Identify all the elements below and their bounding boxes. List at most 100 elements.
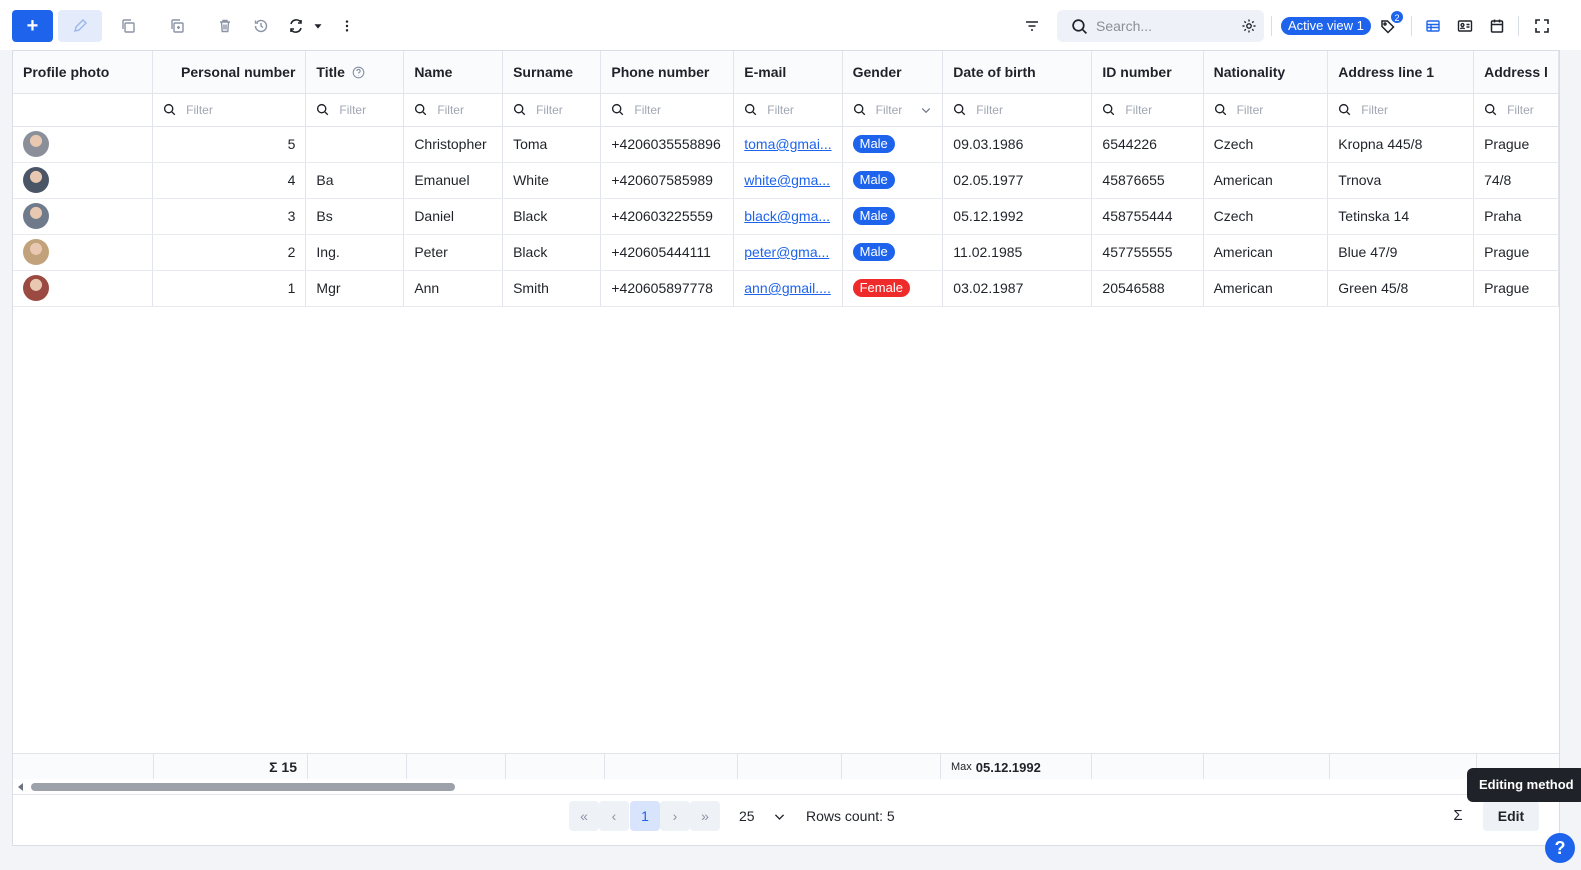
cell-value: 458755444 xyxy=(1102,208,1173,224)
horizontal-scrollbar[interactable] xyxy=(13,779,1559,795)
edit-record-button[interactable] xyxy=(58,10,102,42)
next-page-button[interactable]: › xyxy=(660,801,690,831)
search-icon xyxy=(853,103,865,116)
filter-input-email[interactable]: Filter xyxy=(744,103,831,117)
filter-input-dob[interactable]: Filter xyxy=(953,103,1081,117)
cell-value: Black xyxy=(513,208,548,224)
cell-value: Ing. xyxy=(316,244,340,260)
calendar-view-button[interactable] xyxy=(1486,10,1508,42)
cell-name: Ann xyxy=(403,270,504,307)
column-header-title[interactable]: Title xyxy=(305,51,405,94)
cell-value: Prague xyxy=(1484,136,1530,152)
search-icon xyxy=(1485,103,1497,116)
aggregate-cell xyxy=(1204,754,1330,780)
refresh-button[interactable] xyxy=(284,10,308,42)
column-header-gender[interactable]: Gender xyxy=(842,51,944,94)
column-header-name[interactable]: Name xyxy=(403,51,504,94)
gender-badge: Male xyxy=(852,171,895,189)
delete-button[interactable] xyxy=(213,10,237,42)
table-view-button[interactable] xyxy=(1422,10,1444,42)
column-header-address2[interactable]: Address l xyxy=(1473,51,1559,94)
filter-button[interactable] xyxy=(1020,10,1044,42)
search-input[interactable] xyxy=(1096,18,1226,34)
cell-address2: Prague xyxy=(1473,234,1559,271)
refresh-dropdown-button[interactable] xyxy=(311,10,325,42)
gear-icon[interactable] xyxy=(1241,18,1257,34)
filter-placeholder: Filter xyxy=(1236,102,1264,117)
aggregate-cell xyxy=(605,754,738,780)
filter-input-address2[interactable]: Filter xyxy=(1484,103,1548,117)
column-header-email[interactable]: E-mail xyxy=(733,51,843,94)
more-vertical-icon xyxy=(345,20,349,32)
email-link[interactable]: ann@gmail.... xyxy=(744,280,831,296)
prev-page-button[interactable]: ‹ xyxy=(599,801,629,831)
filter-lines-icon xyxy=(1026,21,1038,31)
filter-cell-phone: Filter xyxy=(600,93,735,127)
email-link[interactable]: black@gma... xyxy=(744,208,830,224)
cell-value: Christopher xyxy=(414,136,487,152)
cell-value: +420603225559 xyxy=(611,208,713,224)
sigma-button[interactable]: Σ xyxy=(1443,801,1473,831)
help-button[interactable]: ? xyxy=(1545,833,1575,863)
fullscreen-button[interactable] xyxy=(1531,10,1553,42)
cell-value: Peter xyxy=(414,244,448,260)
filter-input-id_number[interactable]: Filter xyxy=(1102,103,1192,117)
column-header-id-number[interactable]: ID number xyxy=(1091,51,1204,94)
column-header-personal-number[interactable]: Personal number xyxy=(152,51,307,94)
cell-value: 5 xyxy=(287,136,296,152)
edit-mode-button[interactable]: Edit xyxy=(1483,801,1539,831)
cell-value: Czech xyxy=(1213,208,1254,224)
email-link[interactable]: peter@gma... xyxy=(744,244,829,260)
cell-value: +420605444111 xyxy=(611,244,711,260)
filter-input-address1[interactable]: Filter xyxy=(1338,103,1463,117)
table-row[interactable]: 4 Ba Emanuel White +420607585989 white@gma...… xyxy=(13,162,1559,199)
card-view-button[interactable] xyxy=(1454,10,1476,42)
cell-title: Ba xyxy=(305,162,405,199)
filter-cell-address2: Filter xyxy=(1473,93,1559,127)
cell-phone: +420607585989 xyxy=(600,162,735,199)
first-page-button[interactable]: « xyxy=(569,801,599,831)
search-box xyxy=(1057,10,1264,42)
column-header-phone[interactable]: Phone number xyxy=(600,51,735,94)
column-header-photo[interactable]: Profile photo xyxy=(13,51,154,94)
scrollbar-thumb[interactable] xyxy=(31,783,455,791)
chevron-down-icon[interactable] xyxy=(920,104,932,116)
copy-button[interactable] xyxy=(116,10,140,42)
filter-input-personal_number[interactable]: Filter xyxy=(163,103,295,117)
cell-name: Christopher xyxy=(403,126,504,163)
filter-input-surname[interactable]: Filter xyxy=(513,103,590,117)
active-view-badge[interactable]: Active view 1 xyxy=(1281,17,1371,35)
cell-name: Emanuel xyxy=(403,162,504,199)
pencil-icon xyxy=(73,18,88,33)
email-link[interactable]: white@gma... xyxy=(744,172,830,188)
table-row[interactable]: 5 Christopher Toma +4206035558896 toma@gmai.… xyxy=(13,126,1559,163)
table-row[interactable]: 1 Mgr Ann Smith +420605897778 ann@gmail.... Fe… xyxy=(13,270,1559,307)
duplicate-button[interactable] xyxy=(165,10,189,42)
column-header-nationality[interactable]: Nationality xyxy=(1203,51,1329,94)
add-record-button[interactable]: + xyxy=(12,10,53,42)
table-row[interactable]: 3 Bs Daniel Black +420603225559 black@gma... M… xyxy=(13,198,1559,235)
last-page-button[interactable]: » xyxy=(690,801,720,831)
scroll-left-icon[interactable] xyxy=(17,783,25,791)
cell-value: 11.02.1985 xyxy=(953,244,1023,260)
id-card-icon xyxy=(1457,20,1473,32)
filter-cell-surname: Filter xyxy=(502,93,602,127)
email-link[interactable]: toma@gmai... xyxy=(744,136,831,152)
column-header-address1[interactable]: Address line 1 xyxy=(1327,51,1475,94)
filter-input-name[interactable]: Filter xyxy=(414,103,492,117)
filter-input-title[interactable]: Filter xyxy=(316,103,393,117)
more-button[interactable] xyxy=(340,10,354,42)
column-header-surname[interactable]: Surname xyxy=(502,51,602,94)
filter-input-nationality[interactable]: Filter xyxy=(1214,103,1318,117)
column-header-dob[interactable]: Date of birth xyxy=(942,51,1093,94)
history-button[interactable] xyxy=(249,10,273,42)
table-row[interactable]: 2 Ing. Peter Black +420605444111 peter@gma...… xyxy=(13,234,1559,271)
gender-badge: Female xyxy=(852,279,910,297)
filter-input-gender[interactable]: Filter xyxy=(853,103,933,117)
filter-input-phone[interactable]: Filter xyxy=(611,103,723,117)
cell-photo xyxy=(13,234,154,271)
cell-value: 2 xyxy=(287,244,296,260)
current-page-button[interactable]: 1 xyxy=(630,801,660,831)
help-circle-icon[interactable] xyxy=(352,66,365,79)
page-size-select[interactable]: 25 xyxy=(739,801,786,831)
